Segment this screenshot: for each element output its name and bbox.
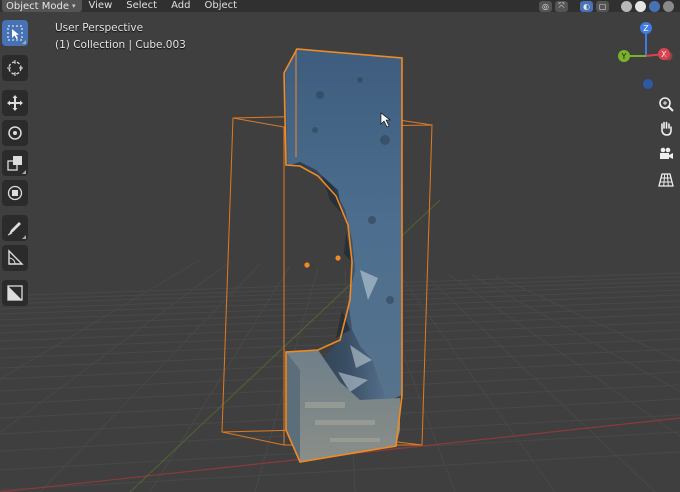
solid-shading-icon[interactable] <box>635 0 646 12</box>
object-mode-dropdown[interactable]: Object Mode ▾ <box>2 0 82 12</box>
gizmo-toggle-icon[interactable]: ⤧ <box>555 0 568 12</box>
pan-button[interactable] <box>654 116 678 140</box>
ortho-toggle-button[interactable] <box>654 168 678 192</box>
header-right-tools: ◎ ⤧ ◐ ▢ <box>539 0 680 12</box>
scene-canvas[interactable] <box>0 0 680 492</box>
tool-shelf <box>2 20 30 310</box>
menu-select[interactable]: Select <box>119 0 164 12</box>
rotate-tool[interactable] <box>2 120 28 146</box>
transform-tool-icon <box>7 185 23 201</box>
gizmo-neg-x-axis[interactable] <box>663 51 673 61</box>
add-cube-tool[interactable] <box>2 280 28 306</box>
select-box-tool[interactable] <box>2 20 28 46</box>
move-tool[interactable] <box>2 90 28 116</box>
wireframe-shading-icon[interactable] <box>621 0 632 12</box>
cube-003-object <box>283 48 403 463</box>
move-tool-icon <box>7 95 23 111</box>
material-shading-icon[interactable] <box>649 0 660 12</box>
object-mode-label: Object Mode <box>6 0 69 12</box>
gizmo-z-label: Z <box>643 24 649 33</box>
add-cube-tool-icon <box>7 285 23 301</box>
menu-object[interactable]: Object <box>197 0 244 12</box>
visibility-icon[interactable]: ◎ <box>539 0 552 12</box>
menu-view[interactable]: View <box>82 0 120 12</box>
object-origin <box>304 262 310 268</box>
3d-viewport[interactable]: Object Mode ▾ View Select Add Object ◎ ⤧… <box>0 0 680 492</box>
object-origin-secondary <box>335 255 341 261</box>
measure-tool[interactable] <box>2 245 28 271</box>
annotate-tool[interactable] <box>2 215 28 241</box>
chevron-down-icon: ▾ <box>72 2 76 10</box>
cursor-tool-icon <box>7 60 23 76</box>
gizmo-neg-z-axis[interactable] <box>643 79 653 89</box>
view-name-label: User Perspective <box>55 22 144 34</box>
rotate-tool-icon <box>8 126 22 140</box>
scale-tool[interactable] <box>2 150 28 176</box>
zoom-button[interactable] <box>654 92 678 116</box>
zoom-icon <box>659 97 674 112</box>
gizmo-y-label: Y <box>621 52 627 61</box>
transform-tool[interactable] <box>2 180 28 206</box>
camera-view-button[interactable] <box>654 142 678 166</box>
measure-tool-icon <box>8 249 24 265</box>
overlays-icon[interactable]: ◐ <box>580 0 593 12</box>
collection-info-label: (1) Collection | Cube.003 <box>55 39 186 51</box>
viewport-header: Object Mode ▾ View Select Add Object ◎ ⤧… <box>0 0 680 12</box>
navigation-gizmo[interactable]: Z Y X <box>608 14 680 94</box>
grid-view-icon <box>658 173 674 187</box>
xray-icon[interactable]: ▢ <box>596 0 609 12</box>
rendered-shading-icon[interactable] <box>663 0 674 12</box>
hand-icon <box>661 121 672 136</box>
menu-add[interactable]: Add <box>164 0 197 12</box>
camera-icon <box>660 147 673 159</box>
cursor-tool[interactable] <box>2 55 28 81</box>
